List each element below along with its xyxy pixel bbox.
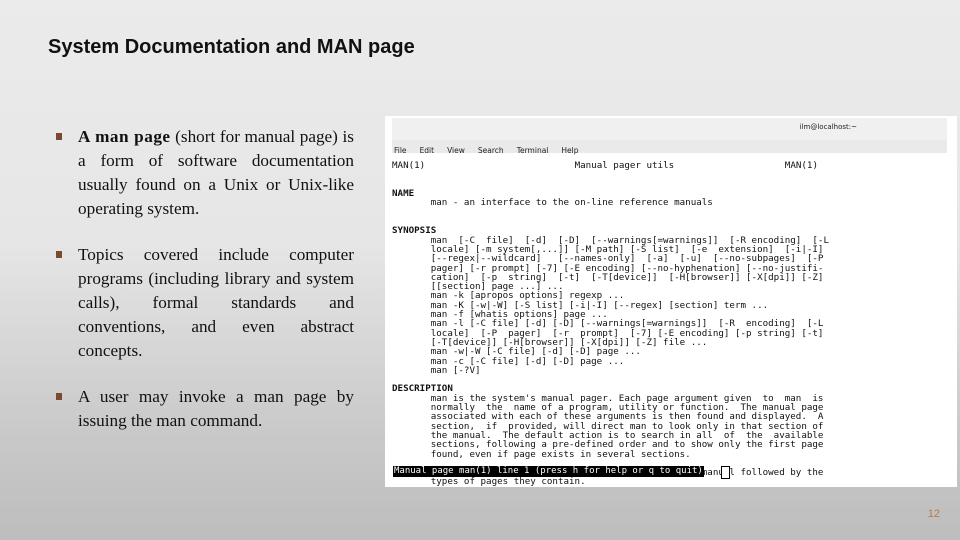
- square-bullet-icon: [56, 133, 62, 140]
- terminal-content: MAN(1) Manual pager utils MAN(1) NAME ma…: [392, 152, 947, 487]
- terminal-titlebar: ilm@localhost:~: [392, 118, 947, 141]
- bullet-bold-term: A man page: [78, 127, 171, 146]
- bullet-text: A user may invoke a man page by issuing …: [78, 387, 354, 430]
- synopsis-block: man [-C file] [-d] [-D] [--warnings[=war…: [392, 235, 947, 376]
- page-number: 12: [927, 508, 940, 520]
- name-text: man - an interface to the on-line refere…: [430, 197, 713, 209]
- terminal-edge: [947, 116, 957, 487]
- man-header-center: Manual pager utils: [574, 160, 675, 172]
- description-line: types of pages they contain.: [392, 476, 586, 487]
- pager-status-line: Manual page man(1) line 1 (press h for h…: [393, 466, 704, 477]
- square-bullet-icon: [56, 251, 62, 258]
- bullet-item: A man page (short for manual page) is a …: [52, 125, 354, 221]
- bullet-item: A user may invoke a man page by issuing …: [52, 385, 354, 433]
- slide-title: System Documentation and MAN page: [48, 36, 415, 58]
- terminal-cursor: [721, 466, 730, 479]
- description-line: found, even if page exists in several se…: [392, 448, 691, 460]
- man-header-right: MAN(1): [784, 160, 818, 172]
- bullet-list: A man page (short for manual page) is a …: [52, 125, 354, 455]
- synopsis-line: man [-?V]: [392, 364, 481, 376]
- bullet-item: Topics covered include computer programs…: [52, 243, 354, 363]
- bullet-text: Topics covered include computer programs…: [78, 245, 354, 360]
- man-header-left: MAN(1): [392, 160, 426, 172]
- terminal-screenshot: ilm@localhost:~ File Edit View Search Te…: [385, 116, 957, 487]
- square-bullet-icon: [56, 393, 62, 400]
- man-header: MAN(1) Manual pager utils MAN(1): [392, 161, 947, 170]
- terminal-window-title: ilm@localhost:~: [799, 123, 857, 131]
